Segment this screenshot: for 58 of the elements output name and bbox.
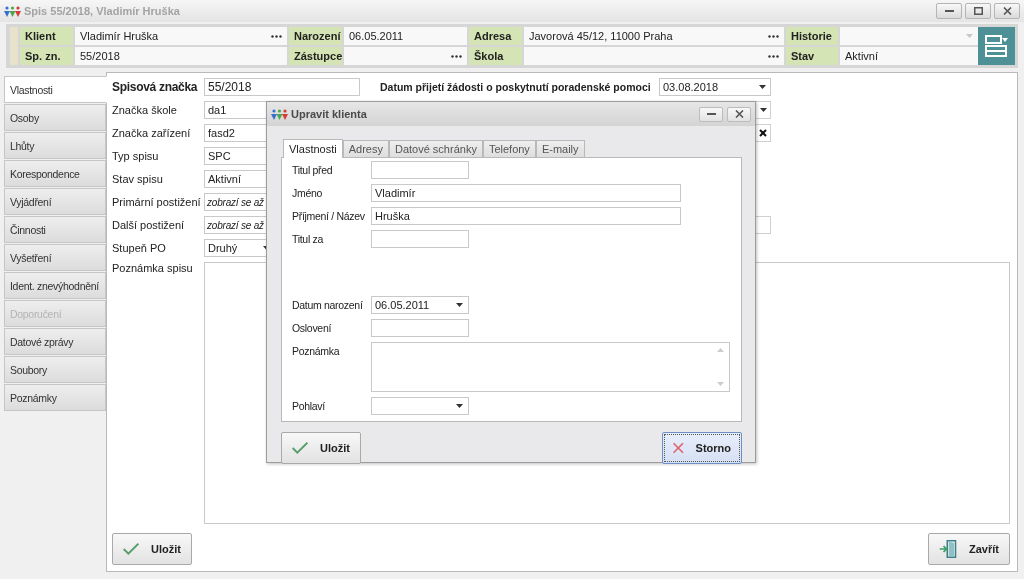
field-label: Pohlaví: [292, 399, 326, 414]
field-label: Historie: [786, 27, 838, 45]
field-label: Oslovení: [292, 321, 333, 336]
save-button[interactable]: Uložit: [112, 533, 192, 565]
save-button[interactable]: Uložit: [281, 432, 361, 464]
input-field[interactable]: 06.05.2011: [344, 27, 467, 45]
tab[interactable]: E-maily: [535, 140, 585, 157]
field-label: Stupeň PO: [112, 242, 167, 254]
sidebar-tab[interactable]: Korespondence: [4, 160, 106, 187]
tab[interactable]: Vlastnosti: [283, 139, 343, 158]
field-label: Škola: [469, 47, 522, 65]
tab[interactable]: Telefony: [482, 140, 536, 157]
field-label: Datum přijetí žádosti o poskytnutí poradenské pomoci: [380, 81, 651, 93]
field-label: Typ spisu: [112, 150, 160, 162]
field-label: Příjmení / Název: [292, 209, 366, 224]
sidebar-tab[interactable]: Vyšetření: [4, 244, 106, 271]
input-field[interactable]: Hruška: [371, 207, 681, 225]
dialog-title: Upravit klienta: [291, 108, 367, 120]
input-field[interactable]: 55/2018: [75, 47, 287, 65]
sidebar-tab[interactable]: Ident. znevýhodnění: [4, 272, 106, 299]
window-title: Spis 55/2018, Vladimír Hruška: [24, 5, 180, 17]
field-label: Značka zařízení: [112, 127, 192, 139]
date-field[interactable]: 03.08.2018: [659, 78, 771, 96]
tab[interactable]: Datové schránky: [388, 140, 483, 157]
field-label: Poznámka: [292, 344, 341, 359]
field-label: Primární postižení: [112, 196, 202, 208]
field-label: Datum narození: [292, 298, 364, 313]
input-field[interactable]: Vladimír: [371, 184, 681, 202]
close-button[interactable]: Zavřít: [928, 533, 1010, 565]
field-label: Jméno: [292, 186, 323, 201]
cancel-button[interactable]: Storno: [662, 432, 742, 464]
field-label: Narození: [289, 27, 342, 45]
sidebar-tab[interactable]: Vlastnosti: [4, 76, 107, 103]
sidebar-tab[interactable]: Poznámky: [4, 384, 106, 411]
sidebar-tab[interactable]: Lhůty: [4, 132, 106, 159]
field-label: Sp. zn.: [20, 47, 73, 65]
field-label: Zástupce: [289, 47, 342, 65]
sidebar-tab[interactable]: Vyjádření: [4, 188, 106, 215]
date-field[interactable]: 06.05.2011: [371, 296, 469, 314]
field-label: Klient: [20, 27, 73, 45]
sidebar-tab[interactable]: Datové zprávy: [4, 328, 106, 355]
sidebar-tab[interactable]: Činnosti: [4, 216, 106, 243]
input-field[interactable]: Aktivní: [840, 47, 978, 65]
field-label: Poznámka spisu: [112, 262, 194, 276]
input-field[interactable]: 55/2018: [204, 78, 360, 96]
input-field[interactable]: Vladimír Hruška: [75, 27, 287, 45]
field-label: Stav: [786, 47, 838, 65]
field-label: Další postižení: [112, 219, 186, 231]
field-label: Značka škole: [112, 104, 178, 116]
sidebar-tab[interactable]: Osoby: [4, 104, 106, 131]
field-label: Spisová značka: [112, 80, 199, 94]
field-label: Titul před: [292, 163, 334, 178]
sidebar-tab[interactable]: Soubory: [4, 356, 106, 383]
input-field[interactable]: Javorová 45/12, 11000 Praha: [524, 27, 784, 45]
field-label: Stav spisu: [112, 173, 164, 185]
tab[interactable]: Adresy: [342, 140, 389, 157]
field-label: Adresa: [469, 27, 522, 45]
field-label: Titul za: [292, 232, 325, 247]
